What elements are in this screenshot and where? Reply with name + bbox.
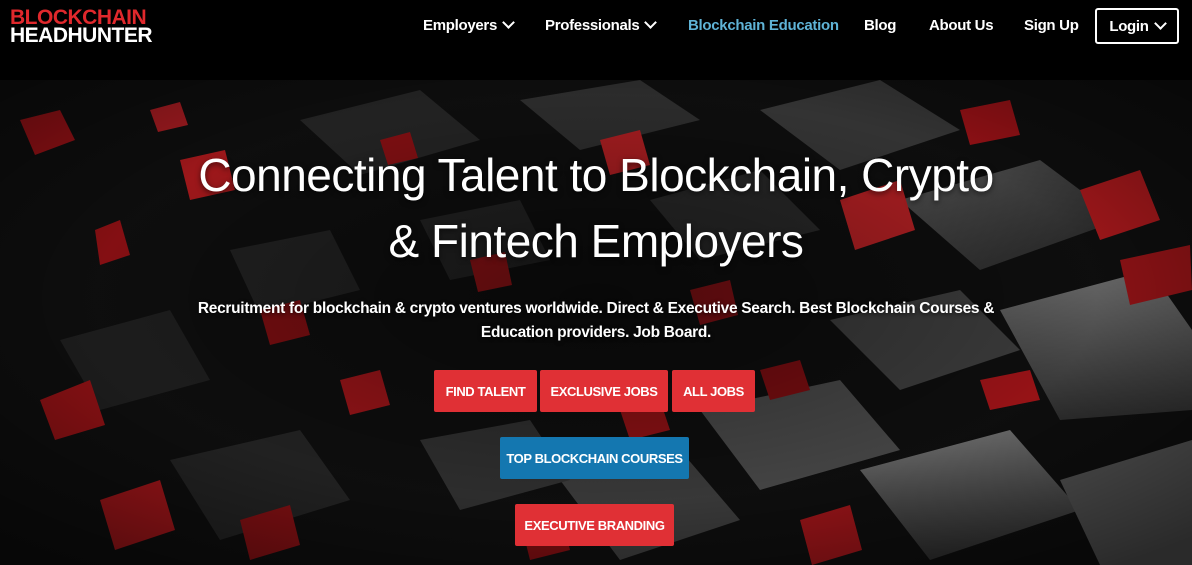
site-logo[interactable]: BLOCKCHAIN HEADHUNTER (10, 7, 153, 47)
nav-about-us[interactable]: About Us (929, 17, 994, 34)
exclusive-jobs-button[interactable]: EXCLUSIVE JOBS (540, 370, 668, 412)
executive-branding-button[interactable]: EXECUTIVE BRANDING (515, 504, 674, 546)
login-button[interactable]: Login (1095, 8, 1179, 44)
hero-headline-line2: & Fintech Employers (388, 215, 804, 267)
chevron-down-icon (1153, 16, 1167, 30)
nav-employers-label: Employers (423, 17, 497, 34)
find-talent-button[interactable]: FIND TALENT (434, 370, 537, 412)
hero-headline-line1: Connecting Talent to Blockchain, Crypto (198, 149, 994, 201)
nav-blockchain-education[interactable]: Blockchain Education (688, 17, 839, 34)
login-label: Login (1109, 17, 1149, 35)
all-jobs-button[interactable]: ALL JOBS (672, 370, 755, 412)
chevron-down-icon (644, 16, 658, 29)
hero-headline: Connecting Talent to Blockchain, Crypto … (0, 142, 1192, 274)
chevron-down-icon (502, 16, 515, 29)
nav-employers[interactable]: Employers (423, 16, 515, 34)
nav-professionals-label: Professionals (545, 17, 640, 34)
top-navigation: BLOCKCHAIN HEADHUNTER Employers Professi… (0, 0, 1192, 80)
hero-subtitle: Recruitment for blockchain & crypto vent… (197, 300, 995, 341)
top-blockchain-courses-button[interactable]: TOP BLOCKCHAIN COURSES (500, 437, 689, 479)
nav-professionals[interactable]: Professionals (545, 16, 658, 34)
nav-sign-up[interactable]: Sign Up (1024, 17, 1079, 34)
nav-blog[interactable]: Blog (864, 17, 896, 34)
logo-line2: HEADHUNTER (10, 24, 153, 47)
